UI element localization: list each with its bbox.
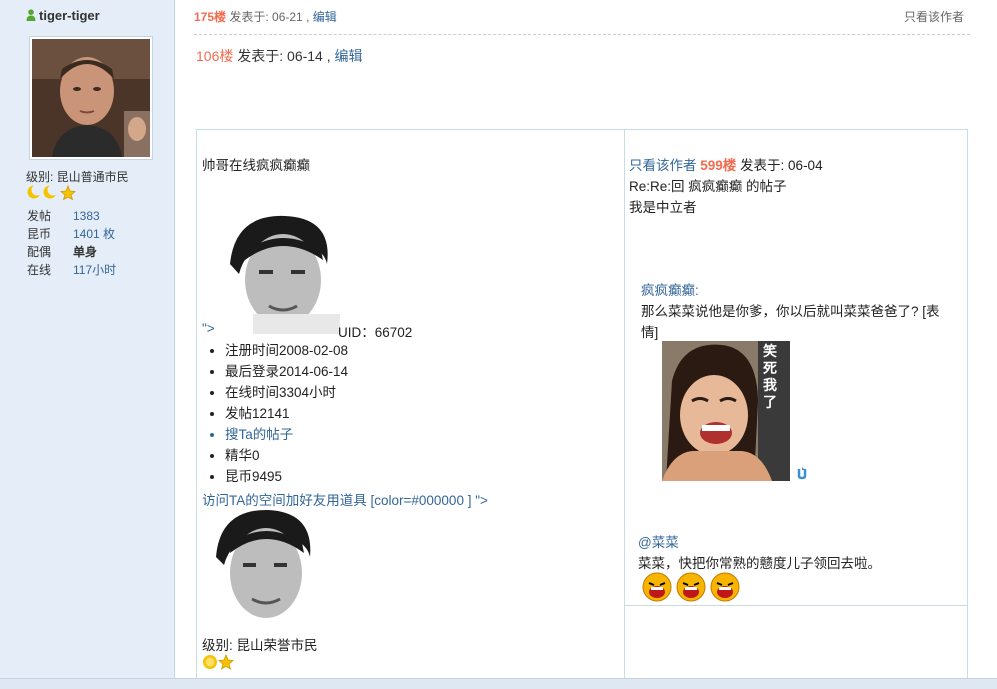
stat-label: 在线 [27,263,52,277]
quote-text: 情] [641,325,659,340]
honor-level: 级别: 昆山荣誉市民 [202,638,318,653]
cell-title: 帅哥在线疯疯癫癫 [202,158,310,173]
image-caption: 笑死我了 [763,343,777,410]
broken-link-text[interactable]: "> [202,321,215,336]
only-author-link[interactable]: 只看该作者 [904,8,964,25]
separator: , [302,10,313,24]
stat-online: 在线 117小时 [27,261,116,279]
reply-meta: 只看该作者 599楼 发表于: 06-04 [629,154,823,174]
user-online-icon [26,9,36,24]
mention-user[interactable]: @菜菜 [638,531,679,551]
post-time: 发表于: 06-04 [736,158,823,173]
floor-number[interactable]: 599楼 [700,158,736,173]
stat-coins: 昆币 1401 枚 [27,225,116,243]
moon-icon [43,184,59,199]
portrait-image [225,214,343,339]
stat-label: 昆币 [27,227,52,241]
left-cell: 帅哥在线疯疯癫癫 "> UID：66702 注册时间2008-02-08 最后登… [197,130,625,688]
laughing-emoji-icon [710,572,740,602]
user-stats: 发帖 1383 昆币 1401 枚 配偶 单身 在线 117小时 [27,207,116,279]
author-sidebar: tiger-tiger 级别: 昆山普通市民 发帖 1383 昆币 1401 枚… [0,0,175,678]
list-item: 注册时间2008-02-08 [225,340,348,361]
only-author-link[interactable]: 只看该作者 [629,158,697,173]
quoted-content-table: 帅哥在线疯疯癫癫 "> UID：66702 注册时间2008-02-08 最后登… [196,129,968,689]
star-icon [218,653,234,670]
portrait-image-small [210,507,322,632]
list-item: 发帖12141 [225,403,348,424]
stat-label: 发帖 [27,209,52,223]
username-text[interactable]: tiger-tiger [39,8,100,23]
post-time: 发表于: 06-21 [229,10,303,24]
quoted-floor-number[interactable]: 106楼 [196,48,233,64]
edit-link[interactable]: 编辑 [313,10,337,24]
reply-text: 我是中立者 [629,200,697,215]
uid-text: UID：66702 [338,325,413,340]
user-level: 级别: 昆山普通市民 [26,170,129,184]
stat-value: 1401 枚 [73,227,116,241]
avatar-image [32,39,150,157]
level-badges [27,184,77,205]
stat-value: 单身 [73,245,98,259]
user-info-list: 注册时间2008-02-08 最后登录2014-06-14 在线时间3304小时… [207,340,348,487]
avatar[interactable] [29,36,153,160]
bottom-scroll-area [0,678,997,689]
reply-title: Re:Re:回 疯疯癫癫 的帖子 [629,179,787,194]
quote-text: 那么菜菜说他是你爹，你以后就叫菜菜爸爸了? [表 [641,304,940,319]
cell-divider [625,605,967,606]
laughing-emoji-icon [642,572,672,602]
star-icon [60,184,76,201]
reply-arrow-icon[interactable] [795,466,809,485]
visit-space-link[interactable]: 访问TA的空间加好友用道具 [color=#000000 ] "> [202,489,488,509]
list-item: 精华0 [225,445,348,466]
stat-label: 配偶 [27,245,52,259]
mention-text: 菜菜，快把你常熟的戆度儿子领回去啦。 [638,556,881,571]
username[interactable]: tiger-tiger [26,8,100,24]
quote-username[interactable]: 疯疯癫癫: [641,279,699,299]
quoted-post-time: 发表于: 06-14 , [233,48,335,64]
laughing-image: 笑死我了 [662,341,790,486]
list-item: 昆币9495 [225,466,348,487]
stat-value[interactable]: 1383 [73,207,100,225]
stat-posts: 发帖 1383 [27,207,116,225]
search-posts-link[interactable]: 搜Ta的帖子 [225,424,348,445]
moon-icon [27,184,43,199]
stat-value: 117小时 [73,263,117,277]
stat-spouse: 配偶 单身 [27,243,116,261]
quoted-edit-link[interactable]: 编辑 [335,48,363,64]
floor-number[interactable]: 175楼 [194,10,226,24]
list-item: 在线时间3304小时 [225,382,348,403]
laughing-emoji-icon [676,572,706,602]
sun-icon [203,655,217,669]
level-badges [202,653,234,675]
emoji-row [642,572,740,602]
quoted-post-header: 106楼 发表于: 06-14 , 编辑 [196,46,363,66]
list-item: 最后登录2014-06-14 [225,361,348,382]
post-header: 175楼 发表于: 06-21 , 编辑 只看该作者 [194,8,970,35]
right-cell: 只看该作者 599楼 发表于: 06-04 Re:Re:回 疯疯癫癫 的帖子 我… [625,130,967,688]
